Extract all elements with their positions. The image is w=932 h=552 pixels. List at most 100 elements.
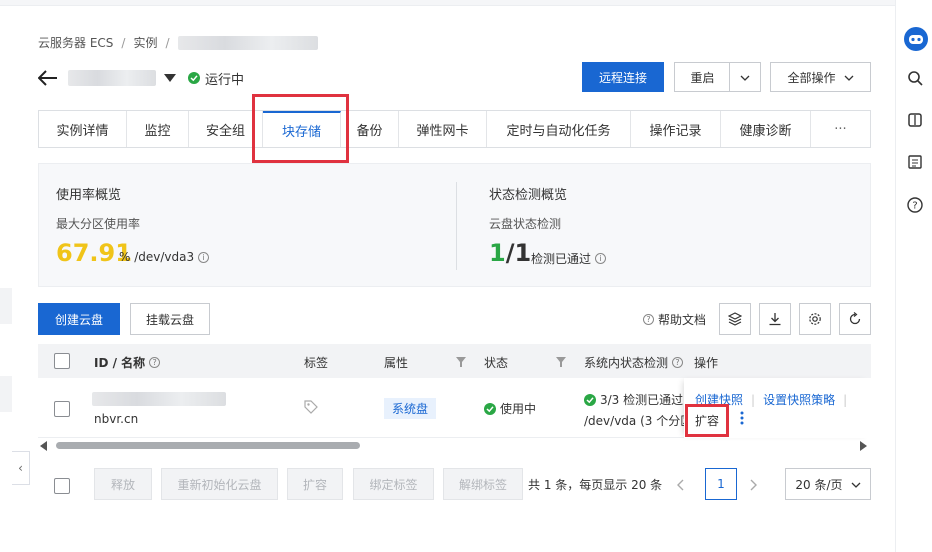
status-passed-count: 1 xyxy=(489,239,506,267)
left-strip-block xyxy=(0,376,12,412)
check-circle-icon xyxy=(584,393,596,406)
breadcrumb-ecs[interactable]: 云服务器 ECS xyxy=(38,34,113,51)
breadcrumb-separator: / xyxy=(165,35,170,50)
tab-health-diagnosis[interactable]: 健康诊断 xyxy=(721,111,811,147)
settings-gear-icon[interactable] xyxy=(799,303,831,335)
usage-overview-subtitle: 最大分区使用率 xyxy=(56,217,141,231)
tab-instance-details[interactable]: 实例详情 xyxy=(39,111,127,147)
search-icon[interactable] xyxy=(905,68,925,88)
prev-page-icon[interactable] xyxy=(676,479,684,495)
table-header: ID / 名称 ? 标签 属性 状态 系统内状态检测 ? 操作 xyxy=(38,344,871,378)
status-check-detail: 检测已通过 i xyxy=(531,250,607,267)
bind-tag-button[interactable]: 绑定标签 xyxy=(353,468,434,500)
back-arrow-icon[interactable] xyxy=(38,67,60,89)
status-overview-title: 状态检测概览 xyxy=(489,188,568,203)
layers-icon[interactable] xyxy=(719,303,751,335)
status-total-count: /1 xyxy=(505,239,532,267)
book-icon[interactable] xyxy=(905,110,925,130)
column-system-check-label: 系统内状态检测 xyxy=(584,356,669,370)
link-separator: | xyxy=(843,392,848,407)
more-vertical-icon[interactable] xyxy=(740,411,744,429)
page-size-select[interactable]: 20 条/页 xyxy=(785,468,871,500)
horizontal-scrollbar[interactable] xyxy=(38,438,871,452)
question-icon[interactable]: ? xyxy=(149,357,161,368)
unbind-tag-button[interactable]: 解绑标签 xyxy=(443,468,523,500)
download-icon[interactable] xyxy=(759,303,791,335)
check-result: 3/3 检测已通过 xyxy=(584,391,683,408)
disk-id-redacted xyxy=(92,392,226,406)
info-icon[interactable]: i xyxy=(595,253,607,264)
mount-disk-button[interactable]: 挂载云盘 xyxy=(130,303,210,335)
tab-monitoring[interactable]: 监控 xyxy=(127,111,189,147)
bulk-select-checkbox[interactable] xyxy=(54,478,70,494)
chevron-down-icon xyxy=(740,70,750,84)
check-result-text: 3/3 检测已通过 xyxy=(600,393,684,407)
top-bar xyxy=(0,0,895,6)
release-button[interactable]: 释放 xyxy=(94,468,152,500)
left-strip-block xyxy=(0,288,12,324)
column-attribute: 属性 xyxy=(384,356,409,370)
select-all-checkbox[interactable] xyxy=(54,353,70,369)
filter-icon[interactable] xyxy=(556,356,566,371)
all-operations-button[interactable]: 全部操作 xyxy=(770,62,871,92)
chevron-down-icon xyxy=(844,70,854,84)
remote-connect-button[interactable]: 远程连接 xyxy=(582,62,664,92)
check-circle-icon xyxy=(188,72,200,84)
disk-status-text: 使用中 xyxy=(500,402,537,416)
svg-text:?: ? xyxy=(912,201,917,212)
help-docs-label: 帮助文档 xyxy=(658,313,707,327)
tab-backup[interactable]: 备份 xyxy=(341,111,399,147)
tag-icon[interactable] xyxy=(304,400,318,418)
chevron-down-icon xyxy=(851,477,861,491)
restart-dropdown-button[interactable] xyxy=(729,62,761,92)
overview-divider xyxy=(456,182,457,270)
column-status: 状态 xyxy=(484,356,509,370)
table-row: nbvr.cn 系统盘 使用中 3/3 检测已通过 /dev/vda (3 个分… xyxy=(38,378,871,438)
tab-scheduled-tasks[interactable]: 定时与自动化任务 xyxy=(487,111,631,147)
row-checkbox[interactable] xyxy=(54,401,70,417)
status-check-text: 检测已通过 xyxy=(531,252,592,266)
help-docs-link[interactable]: ? 帮助文档 xyxy=(643,311,706,328)
highlight-box-tab xyxy=(252,94,349,163)
snapshot-policy-link[interactable]: 设置快照策略 xyxy=(763,391,835,408)
left-strip xyxy=(0,0,12,552)
usage-overview-title: 使用率概览 xyxy=(56,188,122,203)
checklist-icon[interactable] xyxy=(905,152,925,172)
overview-panel: 使用率概览 最大分区使用率 67.91 % /dev/vda3 i 状态检测概览… xyxy=(38,163,871,287)
filter-icon[interactable] xyxy=(456,356,466,371)
all-operations-label: 全部操作 xyxy=(787,70,836,85)
disk-name: nbvr.cn xyxy=(94,412,139,426)
help-icon[interactable]: ? xyxy=(905,195,925,215)
column-id-name: ID / 名称 ? xyxy=(94,354,161,371)
assistant-robot-icon[interactable] xyxy=(903,26,929,52)
tab-more[interactable]: ··· xyxy=(811,111,870,147)
reinitialize-disk-button[interactable]: 重新初始化云盘 xyxy=(161,468,278,500)
scrollbar-thumb[interactable] xyxy=(56,442,360,449)
refresh-icon[interactable] xyxy=(839,303,871,335)
tab-operation-log[interactable]: 操作记录 xyxy=(631,111,721,147)
question-icon[interactable]: ? xyxy=(672,357,684,368)
usage-unit: % /dev/vda3 xyxy=(119,250,195,264)
sidebar-collapse-button[interactable]: ‹ xyxy=(12,451,30,485)
tab-elastic-nic[interactable]: 弹性网卡 xyxy=(399,111,487,147)
status-check-value: 1/1 xyxy=(489,239,531,267)
caret-down-icon[interactable] xyxy=(164,71,176,86)
check-circle-icon xyxy=(484,402,496,415)
create-disk-button[interactable]: 创建云盘 xyxy=(38,303,120,335)
scroll-left-arrow-icon[interactable] xyxy=(40,440,48,455)
restart-button[interactable]: 重启 xyxy=(674,62,730,92)
column-tags: 标签 xyxy=(304,356,329,370)
right-rail: ? xyxy=(895,0,932,552)
link-separator: | xyxy=(751,392,756,407)
tab-bar: 实例详情 监控 安全组 块存储 备份 弹性网卡 定时与自动化任务 操作记录 健康… xyxy=(38,110,871,148)
status-text: 运行中 xyxy=(205,72,245,88)
info-icon[interactable]: i xyxy=(198,251,210,263)
column-operations: 操作 xyxy=(694,356,719,370)
highlight-box-expand xyxy=(685,404,729,437)
page-number-current[interactable]: 1 xyxy=(705,468,737,500)
bulk-expand-button[interactable]: 扩容 xyxy=(287,468,343,500)
breadcrumb-instances[interactable]: 实例 xyxy=(133,34,157,51)
next-page-icon[interactable] xyxy=(750,479,758,495)
column-id-name-label: ID / 名称 xyxy=(94,356,146,370)
scroll-right-arrow-icon[interactable] xyxy=(859,440,867,455)
